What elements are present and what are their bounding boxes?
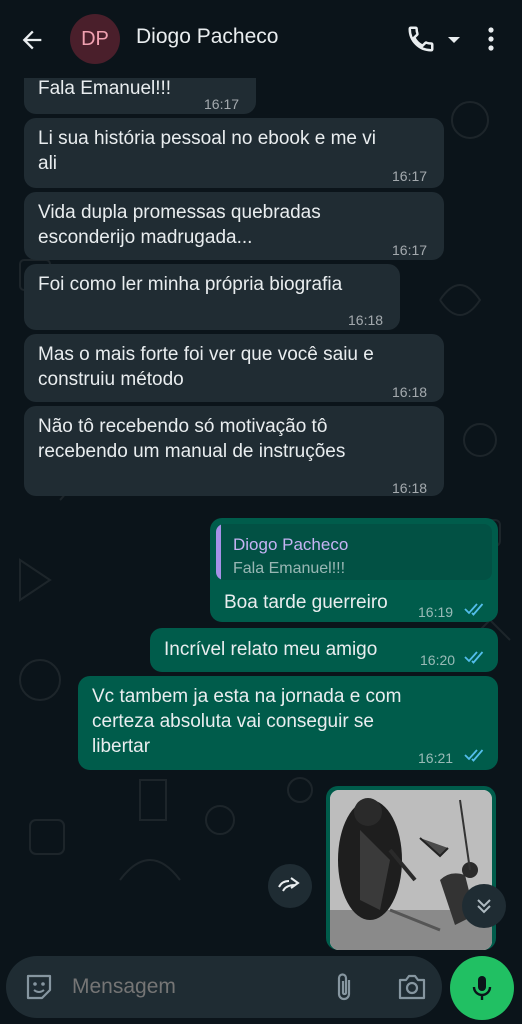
warrior-photo: [330, 790, 492, 950]
message-composer: [6, 956, 442, 1018]
read-ticks-icon: [464, 603, 484, 616]
phone-icon[interactable]: [406, 24, 436, 54]
avatar[interactable]: DP: [70, 14, 120, 64]
message-text: Vida dupla promessas quebradas: [38, 202, 321, 223]
message-text: libertar: [92, 736, 151, 757]
message-text: esconderijo madrugada...: [38, 227, 253, 248]
message-bubble-outgoing[interactable]: Vc tambem ja esta na jornada e com certe…: [78, 676, 498, 770]
message-bubble-outgoing[interactable]: Incrível relato meu amigo 16:20: [150, 628, 498, 672]
message-text: Não tô recebendo só motivação tô: [38, 416, 328, 437]
message-bubble-incoming[interactable]: Não tô recebendo só motivação tô receben…: [24, 406, 444, 496]
camera-icon[interactable]: [396, 972, 428, 1002]
scroll-down-button[interactable]: [462, 884, 506, 928]
mic-icon: [472, 976, 492, 1000]
message-text: Foi como ler minha própria biografia: [38, 274, 343, 295]
message-text: Vc tambem ja esta na jornada e com: [92, 686, 402, 707]
chat-header: DP Diogo Pacheco: [0, 0, 522, 78]
forward-icon: [278, 877, 300, 892]
attach-icon[interactable]: [332, 972, 358, 1002]
message-time: 16:17: [392, 242, 428, 258]
quoted-message[interactable]: Diogo Pacheco Fala Emanuel!!!: [216, 524, 492, 580]
message-time: 16:18: [392, 480, 428, 496]
back-arrow-icon[interactable]: [18, 26, 46, 54]
read-ticks-icon: [464, 651, 484, 664]
dropdown-caret-icon[interactable]: [444, 24, 464, 54]
image-message[interactable]: [326, 786, 496, 950]
message-text: certeza absoluta vai conseguir se: [92, 711, 374, 732]
message-text: recebendo um manual de instruções: [38, 441, 346, 462]
message-time: 16:20: [420, 652, 456, 668]
image-thumbnail[interactable]: [330, 790, 492, 950]
message-time: 16:18: [348, 312, 384, 328]
mic-button[interactable]: [450, 956, 514, 1020]
message-bubble-incoming[interactable]: Foi como ler minha própria biografia 16:…: [24, 264, 400, 330]
message-time: 16:17: [392, 168, 428, 184]
forward-button[interactable]: [268, 864, 312, 908]
quote-accent-bar: [216, 524, 221, 580]
message-time: 16:21: [418, 750, 454, 766]
message-text: Li sua história pessoal no ebook e me vi: [38, 128, 376, 149]
message-bubble-outgoing[interactable]: Diogo Pacheco Fala Emanuel!!! Boa tarde …: [210, 518, 498, 622]
message-text: Incrível relato meu amigo: [164, 639, 378, 660]
message-input[interactable]: [70, 974, 304, 1000]
message-time: 16:17: [204, 96, 240, 112]
quote-text: Fala Emanuel!!!: [233, 560, 346, 577]
message-time: 16:19: [418, 604, 454, 620]
double-chevron-down-icon: [477, 899, 491, 914]
message-text: Boa tarde guerreiro: [224, 592, 388, 613]
message-text: Fala Emanuel!!!: [38, 78, 172, 99]
message-time: 16:18: [392, 384, 428, 400]
message-text: ali: [38, 153, 58, 174]
read-ticks-icon: [464, 749, 484, 762]
message-text: Mas o mais forte foi ver que você saiu e: [38, 344, 374, 365]
contact-name[interactable]: Diogo Pacheco: [136, 25, 278, 49]
sticker-icon[interactable]: [24, 972, 54, 1002]
more-vert-icon[interactable]: [478, 24, 504, 54]
message-text: construiu método: [38, 369, 184, 390]
message-bubble-incoming[interactable]: Vida dupla promessas quebradas esconderi…: [24, 192, 444, 260]
message-bubble-incoming[interactable]: Mas o mais forte foi ver que você saiu e…: [24, 334, 444, 402]
quote-sender-name: Diogo Pacheco: [233, 535, 349, 554]
message-bubble-incoming[interactable]: Li sua história pessoal no ebook e me vi…: [24, 118, 444, 188]
